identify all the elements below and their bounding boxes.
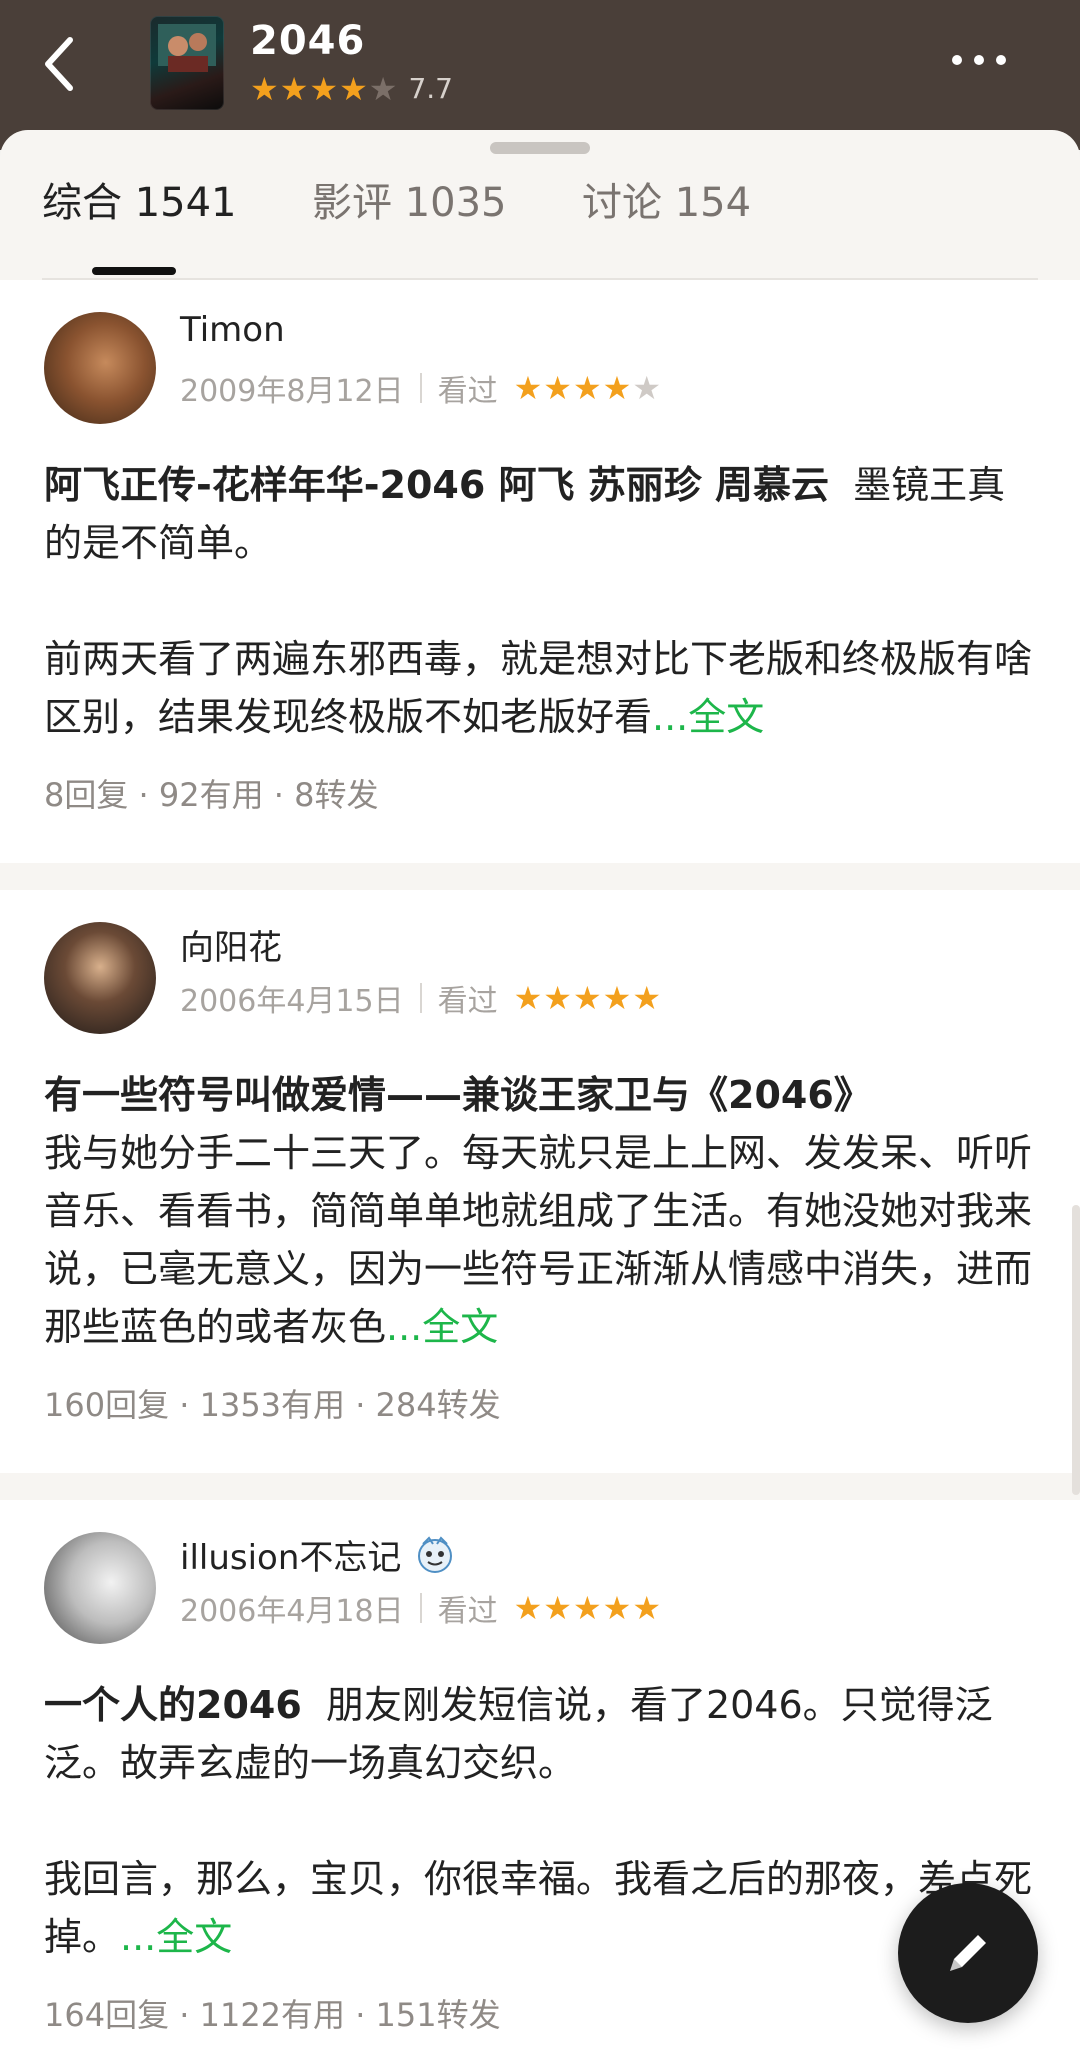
review-first-paragraph: 阿飞正传-花样年华-2046 阿飞 苏丽珍 周慕云 墨镜王真的是不简单。	[44, 456, 1034, 572]
active-tab-indicator	[92, 267, 176, 275]
top-bar: 2046 ★ ★ ★ ★ ★ 7.7	[0, 0, 1080, 150]
review-date: 2006年4月15日	[180, 984, 404, 1019]
dot-icon	[952, 55, 962, 65]
review-stats: 160回复 · 1353有用 · 284转发	[44, 1386, 501, 1424]
review-body[interactable]: 一个人的2046 朋友刚发短信说，看了2046。只觉得泛泛。故弄玄虚的一场真幻交…	[44, 1676, 1034, 1966]
review-card[interactable]: Timon 2009年8月12日 看过 ★ ★ ★ ★ ★ 阿飞正传-花样年华-…	[0, 280, 1080, 863]
star-icon: ★	[632, 979, 662, 1017]
review-excerpt-paragraph: 我与她分手二十三天了。每天就只是上上网、发发呆、听听音乐、看看书，简简单单地就组…	[44, 1124, 1034, 1356]
star-icon: ★	[572, 369, 602, 407]
review-author[interactable]: 向阳花	[180, 920, 282, 969]
review-headline: 阿飞正传-花样年华-2046 阿飞 苏丽珍 周慕云	[44, 463, 829, 507]
dot-icon	[996, 55, 1006, 65]
review-author[interactable]: Timon	[180, 310, 285, 350]
avatar[interactable]	[44, 1532, 156, 1644]
star-icon: ★	[250, 69, 279, 108]
review-excerpt: 前两天看了两遍东邪西毒，就是想对比下老版和终极版有啥区别，结果发现终极版不如老版…	[44, 637, 1033, 739]
review-headline: 有一些符号叫做爱情——兼谈王家卫与《2046》	[44, 1073, 872, 1117]
poster-art	[158, 24, 216, 72]
avatar[interactable]	[44, 922, 156, 1034]
tab-overall[interactable]: 综合 1541	[42, 170, 237, 228]
star-icon: ★	[513, 979, 543, 1017]
more-options-button[interactable]	[952, 50, 1022, 70]
badge-icon	[418, 1535, 453, 1573]
read-more-link[interactable]: ...全文	[120, 1915, 232, 1959]
review-excerpt-paragraph: 前两天看了两遍东邪西毒，就是想对比下老版和终极版有啥区别，结果发现终极版不如老版…	[44, 630, 1034, 746]
review-author[interactable]: illusion不忘记	[180, 1530, 455, 1579]
watch-status: 看过	[437, 1594, 498, 1629]
tab-bar: 综合 1541 影评 1035 讨论 154	[0, 170, 1080, 280]
movie-reviews-page: 2046 ★ ★ ★ ★ ★ 7.7 综合 1541 影评 1035 讨论 15…	[0, 0, 1080, 2067]
back-button[interactable]	[30, 28, 90, 100]
star-icon: ★	[632, 369, 662, 407]
author-name: Timon	[180, 310, 285, 350]
review-stars: ★ ★ ★ ★ ★	[514, 1592, 662, 1624]
star-icon: ★	[572, 1589, 602, 1627]
avatar[interactable]	[44, 312, 156, 424]
star-icon: ★	[632, 1589, 662, 1627]
pencil-icon	[950, 1935, 986, 1971]
star-icon: ★	[368, 69, 398, 108]
author-name: 向阳花	[180, 928, 282, 968]
review-stars: ★ ★ ★ ★ ★	[514, 372, 662, 404]
review-headline: 一个人的2046	[44, 1683, 302, 1727]
star-icon: ★	[572, 979, 602, 1017]
divider	[419, 983, 422, 1013]
star-icon: ★	[543, 1589, 572, 1627]
star-icon: ★	[602, 1589, 632, 1627]
star-icon: ★	[513, 369, 543, 407]
review-stats: 164回复 · 1122有用 · 151转发	[44, 1996, 501, 2034]
divider	[419, 1593, 422, 1623]
movie-title: 2046	[250, 18, 366, 64]
review-meta: 2006年4月18日 看过 ★ ★ ★ ★ ★	[180, 1586, 662, 1630]
star-icon: ★	[339, 69, 368, 108]
review-meta: 2006年4月15日 看过 ★ ★ ★ ★ ★	[180, 976, 662, 1020]
reviews-sheet: 综合 1541 影评 1035 讨论 154 Timon 2009年8月12日 …	[0, 130, 1080, 2067]
movie-rating: ★ ★ ★ ★ ★ 7.7	[250, 72, 453, 105]
review-first-paragraph: 一个人的2046 朋友刚发短信说，看了2046。只觉得泛泛。故弄玄虚的一场真幻交…	[44, 1676, 1034, 1792]
read-more-link[interactable]: ...全文	[652, 695, 764, 739]
star-icon: ★	[279, 69, 309, 108]
watch-status: 看过	[437, 984, 498, 1019]
write-review-button[interactable]	[898, 1883, 1038, 2023]
star-icon: ★	[602, 979, 632, 1017]
tab-reviews[interactable]: 影评 1035	[312, 170, 507, 228]
review-excerpt-paragraph: 我回言，那么，宝贝，你很幸福。我看之后的那夜，差点死掉。...全文	[44, 1850, 1034, 1966]
review-body[interactable]: 有一些符号叫做爱情——兼谈王家卫与《2046》 我与她分手二十三天了。每天就只是…	[44, 1066, 1034, 1356]
review-stars: ★ ★ ★ ★ ★	[514, 982, 662, 1014]
rating-score: 7.7	[408, 72, 453, 105]
drag-handle[interactable]	[490, 142, 590, 154]
star-icon: ★	[309, 69, 339, 108]
review-stats: 8回复 · 92有用 · 8转发	[44, 776, 379, 814]
star-icon: ★	[513, 1589, 543, 1627]
scrollbar[interactable]	[1072, 1205, 1080, 1495]
review-date: 2009年8月12日	[180, 374, 404, 409]
review-excerpt: 我与她分手二十三天了。每天就只是上上网、发发呆、听听音乐、看看书，简简单单地就组…	[44, 1131, 1033, 1349]
review-date: 2006年4月18日	[180, 1594, 404, 1629]
review-card[interactable]: 向阳花 2006年4月15日 看过 ★ ★ ★ ★ ★ 有一些符号叫做爱情——兼…	[0, 890, 1080, 1473]
star-icon: ★	[602, 369, 632, 407]
review-body[interactable]: 阿飞正传-花样年华-2046 阿飞 苏丽珍 周慕云 墨镜王真的是不简单。 前两天…	[44, 456, 1034, 746]
dot-icon	[974, 55, 984, 65]
divider	[419, 373, 422, 403]
read-more-link[interactable]: ...全文	[386, 1305, 498, 1349]
star-icon: ★	[543, 979, 572, 1017]
review-meta: 2009年8月12日 看过 ★ ★ ★ ★ ★	[180, 366, 662, 410]
chevron-left-icon	[45, 37, 73, 91]
movie-poster[interactable]	[150, 16, 224, 110]
watch-status: 看过	[437, 374, 498, 409]
tab-discussions[interactable]: 讨论 154	[582, 170, 751, 228]
author-name: illusion不忘记	[180, 1538, 402, 1578]
star-icon: ★	[543, 369, 572, 407]
